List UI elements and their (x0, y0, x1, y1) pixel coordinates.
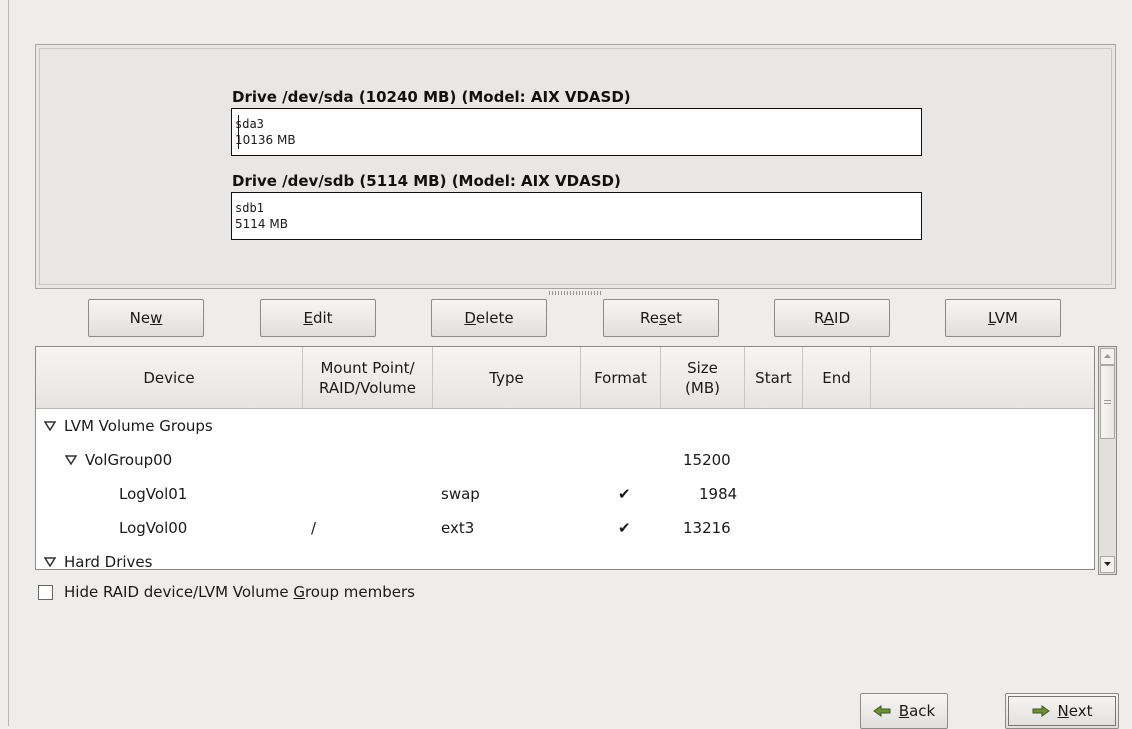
size-header-line2: (MB) (685, 378, 720, 397)
delete-mnemonic: D (464, 309, 476, 327)
hide-members-checkbox[interactable] (38, 584, 53, 600)
back-button[interactable]: Back (860, 693, 948, 729)
partition-name-sda3: sda3 (235, 117, 264, 131)
row-device: LogVol00 (119, 519, 188, 537)
expander-open-icon[interactable] (44, 557, 56, 567)
arrow-left-icon (872, 705, 891, 717)
scroll-down-button[interactable] (1100, 556, 1115, 573)
pane-resize-handle[interactable] (549, 291, 603, 295)
partition-table[interactable]: Device Mount Point/RAID/Volume Type Form… (35, 346, 1095, 570)
reset-label-pre: Re (640, 309, 660, 327)
row-device: VolGroup00 (85, 451, 173, 469)
next-mnemonic: N (1057, 702, 1069, 720)
delete-label-post: elete (475, 309, 514, 327)
drive-title-sdb: Drive /dev/sdb (5114 MB) (Model: AIX VDA… (232, 172, 621, 190)
row-size: 15200 (683, 451, 731, 469)
new-button[interactable]: New (88, 299, 204, 337)
device-header-text: Device (143, 368, 195, 387)
partition-size-sdb1: 5114 MB (235, 217, 288, 231)
mount-header-text: Mount Point/RAID/Volume (319, 358, 416, 398)
next-button[interactable]: Next (1005, 693, 1119, 729)
size-header-line1: Size (687, 358, 718, 377)
back-label-post: ack (909, 702, 936, 720)
hide-label-mnemonic: G (293, 583, 305, 601)
hide-members-label[interactable]: Hide RAID device/LVM Volume Group member… (64, 583, 415, 601)
mount-header-line2: RAID/Volume (319, 378, 416, 397)
thumb-grip (1104, 400, 1111, 406)
hide-members-option[interactable]: Hide RAID device/LVM Volume Group member… (38, 583, 415, 601)
drive-bar-sda[interactable]: sda3 10136 MB (231, 108, 922, 156)
edit-label-post: dit (312, 309, 333, 327)
new-label-pre: Ne (129, 309, 151, 327)
column-header-end[interactable]: End (803, 347, 871, 408)
raid-button[interactable]: RAID (774, 299, 890, 337)
scroll-up-button[interactable] (1100, 348, 1115, 365)
mount-header-line1: Mount Point/ (320, 358, 415, 377)
table-scrollbar[interactable] (1098, 346, 1117, 575)
drive-bar-sdb[interactable]: sdb1 5114 MB (231, 192, 922, 240)
lvm-label-post: VM (994, 309, 1018, 327)
left-border (8, 0, 9, 726)
partition-name-sdb1: sdb1 (235, 201, 264, 215)
new-mnemonic: w (150, 309, 163, 327)
lvm-mnemonic: L (988, 309, 995, 327)
table-header: Device Mount Point/RAID/Volume Type Form… (36, 347, 1094, 409)
table-row[interactable]: VolGroup00 15200 (36, 443, 1094, 477)
reset-button[interactable]: Reset (603, 299, 719, 337)
column-header-mount[interactable]: Mount Point/RAID/Volume (303, 347, 433, 408)
edit-button[interactable]: Edit (260, 299, 376, 337)
row-mount: / (311, 519, 317, 537)
scroll-thumb[interactable] (1100, 365, 1115, 439)
hide-label-pre: Hide RAID device/LVM Volume (64, 583, 294, 601)
row-device: LogVol01 (119, 485, 188, 503)
delete-button[interactable]: Delete (431, 299, 547, 337)
raid-mnemonic: A (823, 309, 835, 327)
row-device: LVM Volume Groups (64, 417, 213, 435)
format-check-icon: ✔ (618, 519, 631, 537)
column-header-size[interactable]: Size (MB) (661, 347, 745, 408)
row-type: ext3 (441, 519, 475, 537)
column-header-start[interactable]: Start (745, 347, 803, 408)
raid-label-post: ID (834, 309, 851, 327)
next-label-post: ext (1068, 702, 1093, 720)
column-header-device[interactable]: Device (36, 347, 303, 408)
row-size: 13216 (683, 519, 731, 537)
arrow-down-icon (1104, 562, 1111, 566)
table-row[interactable]: LVM Volume Groups (36, 409, 1094, 443)
format-check-icon: ✔ (618, 485, 631, 503)
expander-open-icon[interactable] (65, 455, 77, 465)
table-row[interactable]: LogVol00 / ext3 ✔ 13216 (36, 511, 1094, 545)
partition-divider (238, 115, 239, 149)
arrow-right-icon (1032, 705, 1050, 717)
arrow-up-icon (1104, 354, 1111, 358)
row-type: swap (441, 485, 480, 503)
back-mnemonic: B (898, 702, 910, 720)
start-header-text: Start (755, 368, 792, 387)
hide-label-post: roup members (304, 583, 415, 601)
column-header-format[interactable]: Format (581, 347, 661, 408)
table-row[interactable]: Hard Drives (36, 545, 1094, 570)
drive-title-sda: Drive /dev/sda (10240 MB) (Model: AIX VD… (232, 88, 631, 106)
end-header-text: End (822, 368, 851, 387)
type-header-text: Type (489, 368, 524, 387)
expander-open-icon[interactable] (44, 421, 56, 431)
edit-mnemonic: E (303, 309, 313, 327)
column-header-type[interactable]: Type (433, 347, 581, 408)
reset-label-post: et (666, 309, 682, 327)
format-header-text: Format (594, 368, 647, 387)
reset-mnemonic: s (659, 309, 667, 327)
table-row[interactable]: LogVol01 swap ✔ 1984 (36, 477, 1094, 511)
size-header-text: Size (MB) (685, 358, 720, 398)
partition-size-sda3: 10136 MB (235, 133, 296, 147)
row-size: 1984 (699, 485, 738, 503)
raid-label-pre: R (813, 309, 824, 327)
row-device: Hard Drives (64, 553, 153, 570)
lvm-button[interactable]: LVM (945, 299, 1061, 337)
drive-map-panel: Drive /dev/sda (10240 MB) (Model: AIX VD… (35, 44, 1116, 289)
